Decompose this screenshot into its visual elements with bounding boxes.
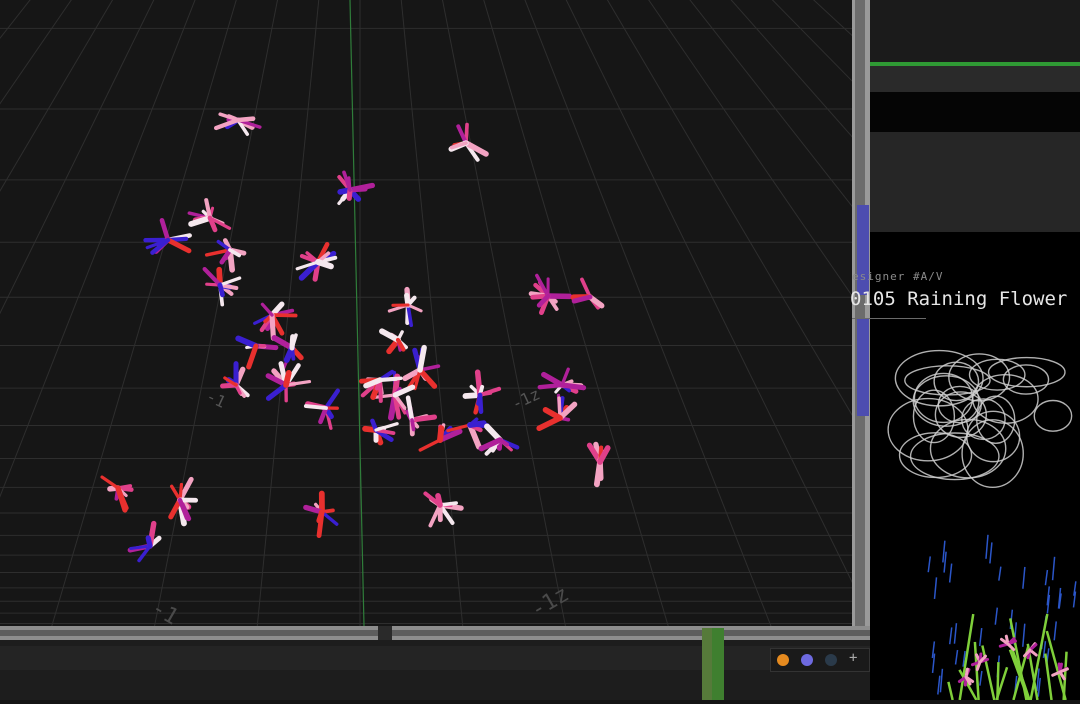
node-indicator [702, 628, 712, 700]
rain-drop [940, 669, 942, 692]
node-indicator [712, 628, 724, 700]
3d-viewport[interactable]: -1 -1z -1 -1z [0, 0, 852, 626]
axis-label: -1z [509, 384, 543, 413]
axis-label: -1 [147, 596, 182, 626]
bottom-timeline-bar [0, 640, 870, 700]
panel-toolbar [870, 66, 1080, 92]
output-preview-panel [870, 0, 1080, 700]
axis-labels: -1 -1z -1 -1z [0, 0, 852, 626]
petal [1008, 644, 1014, 650]
rain-drop [986, 535, 988, 559]
project-subtitle: esigner #A/V [852, 270, 943, 283]
cloud-stroke [1034, 401, 1071, 432]
rain-drop [1023, 624, 1025, 647]
orange-node-button[interactable] [777, 654, 789, 666]
cloud-stroke [888, 399, 968, 461]
scrollbar-thumb[interactable] [378, 626, 392, 640]
purple-node-button[interactable] [801, 654, 813, 666]
stem [975, 642, 979, 700]
add-node-icon[interactable]: + [849, 650, 857, 666]
stem [997, 662, 998, 700]
rain-drop [980, 671, 982, 686]
rain-drop [954, 623, 956, 643]
rain-drop [950, 564, 952, 583]
rain-drop [980, 628, 982, 646]
rain-drop [995, 608, 997, 625]
title-underline [852, 318, 926, 319]
timeline-strip [0, 646, 870, 670]
panel-divider [870, 92, 1080, 132]
rain-drop [990, 542, 992, 563]
stem [982, 646, 994, 700]
stem [1045, 654, 1051, 700]
viewport-horizontal-scrollbar[interactable] [0, 626, 870, 640]
viewport-vertical-scrollbar[interactable] [852, 0, 870, 632]
stem [960, 614, 974, 700]
rain-drop [1023, 567, 1025, 589]
stem [948, 682, 952, 700]
panel-header [870, 0, 1080, 62]
rain-drop [935, 577, 937, 599]
scrollbar-track [0, 630, 870, 636]
rain-drop [1045, 570, 1047, 585]
rain-drop [999, 567, 1001, 581]
axis-label: -1 [203, 386, 228, 411]
cloud-stroke [967, 411, 1020, 461]
dark-node-button[interactable] [825, 654, 837, 666]
rain-drop [938, 676, 940, 695]
project-title: 0105 Raining Flower [850, 288, 1067, 310]
cloud-stroke [905, 366, 990, 395]
rain-drop [944, 552, 946, 573]
rain-drop [1053, 557, 1055, 580]
scrollbar-track [855, 0, 865, 632]
axis-label: -1z [527, 582, 574, 624]
rain-drop [928, 556, 930, 572]
rain-drop [950, 627, 952, 644]
rain-drop [1054, 621, 1056, 640]
panel-tab-marker[interactable] [857, 318, 869, 416]
rain-drop [956, 650, 958, 664]
node-dock: + [770, 648, 870, 672]
rain-drop [943, 541, 945, 563]
cloud-stroke [989, 358, 1065, 387]
panel-empty-area [870, 132, 1080, 232]
render-flower [1000, 636, 1015, 649]
